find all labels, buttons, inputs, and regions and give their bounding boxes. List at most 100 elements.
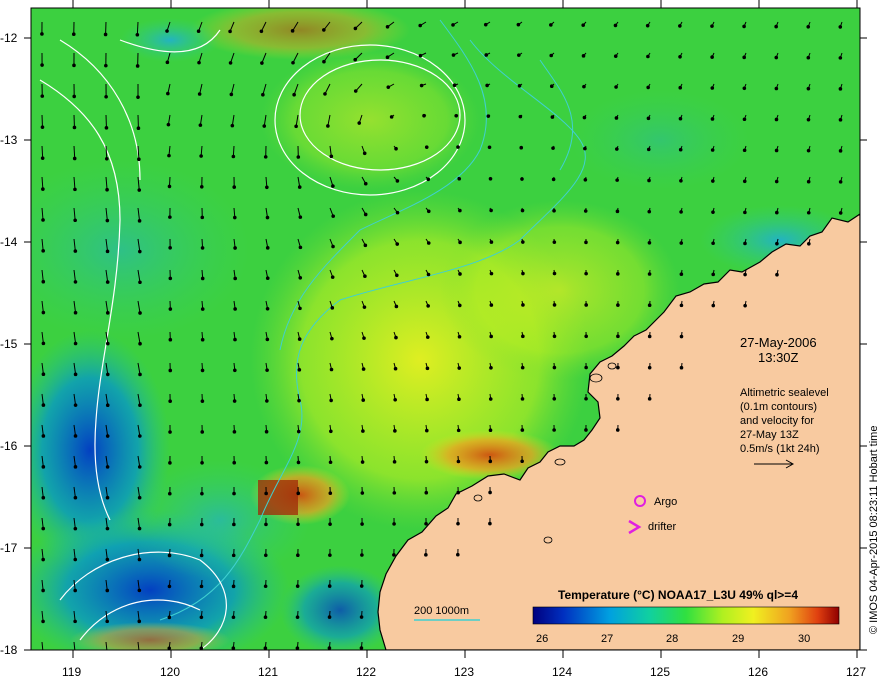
velocity-arrow-head — [711, 241, 715, 246]
velocity-arrow-head — [549, 84, 554, 89]
velocity-arrow-head — [363, 243, 368, 248]
velocity-arrow-head — [584, 240, 588, 245]
velocity-arrow-head — [291, 60, 295, 65]
velocity-arrow-head — [488, 490, 492, 495]
velocity-arrow-head — [518, 114, 523, 119]
velocity-arrow-head — [393, 429, 397, 433]
velocity-arrow-head — [458, 272, 462, 276]
velocity-arrow-head — [458, 240, 462, 245]
velocity-arrow-head — [743, 303, 747, 308]
velocity-arrow-head — [710, 148, 715, 152]
velocity-arrow-head — [521, 271, 525, 276]
date-label: 27-May-2006 — [740, 335, 817, 350]
velocity-arrow-head — [521, 240, 525, 244]
velocity-arrow-head — [678, 116, 683, 121]
velocity-arrow-head — [774, 86, 779, 91]
velocity-arrow-head — [426, 177, 431, 182]
velocity-arrow-head — [41, 619, 45, 624]
velocity-arrow-head — [232, 491, 236, 496]
velocity-arrow-head — [104, 94, 108, 99]
velocity-arrow-head — [260, 61, 264, 65]
velocity-arrow-head — [137, 526, 142, 531]
velocity-arrow-head — [196, 29, 201, 34]
velocity-arrow-head — [233, 368, 237, 373]
velocity-arrow-head — [265, 306, 270, 311]
velocity-arrow-head — [615, 209, 620, 214]
velocity-arrow-head — [73, 434, 78, 438]
velocity-arrow-head — [329, 367, 334, 372]
velocity-arrow-head — [199, 184, 204, 189]
velocity-arrow-head — [552, 240, 557, 244]
velocity-arrow-head — [105, 218, 110, 223]
velocity-arrow-head — [262, 124, 267, 128]
velocity-arrow-head — [137, 619, 142, 624]
velocity-arrow-head — [679, 365, 684, 370]
velocity-arrow-head — [583, 146, 587, 151]
velocity-arrow-head — [72, 94, 77, 99]
velocity-arrow-head — [584, 303, 588, 307]
velocity-arrow-head — [807, 242, 811, 246]
velocity-arrow-head — [105, 187, 109, 192]
velocity-arrow-head — [232, 460, 237, 465]
velocity-arrow-head — [647, 240, 652, 245]
velocity-arrow-head — [298, 215, 303, 219]
velocity-arrow-head — [168, 399, 172, 404]
velocity-arrow-head — [647, 334, 652, 339]
velocity-arrow-head — [774, 24, 778, 29]
velocity-arrow-head — [489, 271, 494, 276]
velocity-arrow-head — [838, 180, 843, 184]
velocity-arrow-head — [488, 176, 493, 181]
svg-text:(0.1m contours): (0.1m contours) — [740, 401, 817, 413]
velocity-arrow-head — [583, 177, 588, 182]
velocity-arrow-head — [362, 336, 366, 340]
velocity-arrow-head — [41, 588, 45, 593]
velocity-arrow-head — [297, 368, 302, 372]
svg-text:-13: -13 — [0, 133, 18, 147]
velocity-arrow-head — [138, 341, 142, 346]
velocity-arrow-head — [552, 428, 556, 432]
velocity-arrow-head — [138, 249, 142, 254]
velocity-arrow-head — [451, 53, 456, 57]
velocity-arrow-head — [485, 83, 489, 88]
velocity-arrow-head — [359, 584, 364, 588]
velocity-arrow-head — [456, 459, 461, 464]
velocity-arrow-head — [487, 145, 492, 150]
velocity-arrow-head — [520, 177, 524, 181]
velocity-arrow-head — [451, 23, 455, 27]
velocity-arrow-head — [296, 429, 301, 434]
velocity-arrow-head — [584, 396, 588, 401]
velocity-arrow-head — [137, 157, 141, 161]
svg-text:125: 125 — [650, 665, 670, 679]
velocity-arrow-head — [360, 553, 364, 557]
velocity-arrow-head — [457, 366, 462, 370]
velocity-arrow-head — [489, 208, 493, 213]
velocity-arrow-head — [295, 615, 300, 619]
velocity-arrow-head — [73, 557, 78, 562]
velocity-arrow-head — [41, 651, 45, 655]
velocity-arrow-head — [265, 368, 269, 372]
drifter-label: drifter — [648, 521, 676, 533]
velocity-arrow-head — [488, 521, 492, 526]
velocity-arrow-head — [138, 403, 142, 408]
velocity-arrow-head — [426, 272, 431, 277]
velocity-arrow-head — [394, 335, 398, 340]
velocity-arrow-head — [552, 365, 557, 370]
velocity-arrow-head — [41, 465, 46, 469]
velocity-arrow-head — [489, 365, 493, 370]
velocity-arrow-head — [395, 242, 400, 246]
velocity-arrow-head — [353, 26, 358, 31]
velocity-arrow-head — [166, 91, 170, 96]
velocity-arrow-head — [456, 521, 460, 526]
velocity-arrow-head — [516, 22, 521, 27]
velocity-arrow-head — [806, 55, 811, 60]
velocity-arrow-head — [199, 154, 203, 158]
velocity-arrow-head — [40, 125, 45, 129]
velocity-arrow-head — [298, 245, 303, 250]
velocity-arrow-head — [616, 334, 620, 339]
velocity-arrow-head — [742, 86, 747, 91]
velocity-arrow-head — [103, 32, 108, 37]
velocity-arrow-head — [264, 460, 269, 465]
velocity-arrow-head — [73, 187, 77, 192]
velocity-arrow-head — [385, 55, 390, 60]
velocity-arrow-head — [806, 86, 811, 91]
